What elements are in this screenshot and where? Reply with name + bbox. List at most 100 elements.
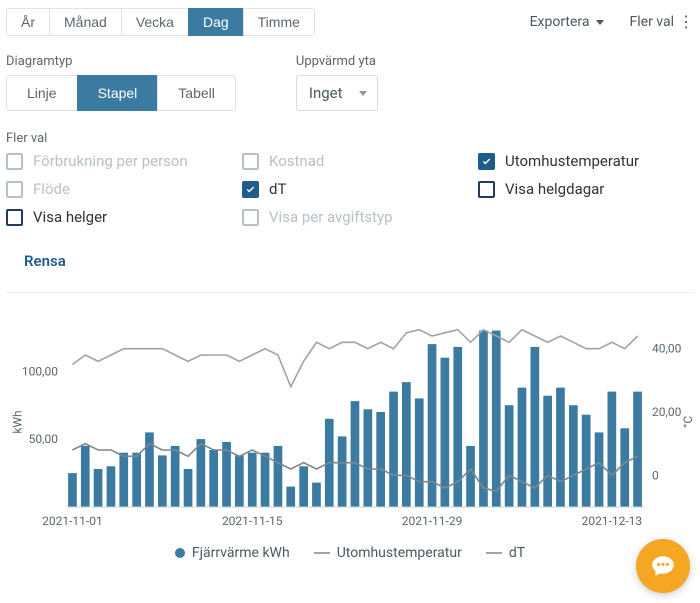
bar [261, 453, 270, 507]
checkbox-label: dT [269, 180, 286, 198]
line-icon [314, 552, 330, 554]
bar [582, 415, 591, 507]
more-options-checks: Förbrukning per person Kostnad Utomhustemp… [6, 152, 694, 226]
bar [402, 382, 411, 507]
svg-text:2021-11-29: 2021-11-29 [402, 514, 463, 528]
checkbox-visa-helger[interactable]: Visa helger [6, 208, 222, 226]
period-tab-dag[interactable]: Dag [188, 8, 244, 36]
bar [492, 331, 501, 507]
bar [286, 487, 295, 507]
line-icon [486, 552, 502, 554]
bar [235, 455, 244, 507]
checkbox-empty-icon [6, 209, 23, 226]
bar [274, 446, 283, 507]
bar [466, 446, 475, 507]
svg-text:0: 0 [652, 468, 659, 482]
bar [68, 473, 77, 507]
svg-text:2021-12-13: 2021-12-13 [582, 514, 643, 528]
export-dropdown[interactable]: Exportera [530, 14, 604, 30]
period-tab-vecka[interactable]: Vecka [121, 8, 189, 36]
checkbox-empty-icon [478, 181, 495, 198]
more-vertical-icon: ⋮ [678, 14, 694, 30]
svg-text:100,00: 100,00 [22, 364, 58, 378]
y-axis-left-label: kWh [11, 410, 25, 433]
bar [441, 358, 450, 507]
svg-text:50,00: 50,00 [29, 432, 59, 446]
bar [94, 469, 103, 507]
clear-button[interactable]: Rensa [24, 252, 66, 270]
checkbox-label: Förbrukning per person [33, 152, 188, 170]
checkbox-utomhustemperatur[interactable]: Utomhustemperatur [478, 152, 694, 170]
bar [312, 483, 321, 507]
chat-icon [650, 553, 676, 579]
svg-text:2021-11-01: 2021-11-01 [42, 514, 103, 528]
chevron-down-icon [359, 91, 367, 96]
bar [364, 409, 373, 507]
bar [518, 388, 527, 507]
bar [81, 446, 90, 507]
checkbox-dt[interactable]: dT [242, 180, 458, 198]
export-label: Exportera [530, 14, 590, 30]
bar [107, 466, 116, 507]
heated-area-select[interactable]: Inget [296, 75, 378, 111]
checkbox-visa-per-avgiftstyp: Visa per avgiftstyp [242, 208, 458, 226]
bar [119, 453, 128, 507]
chat-fab[interactable] [636, 539, 690, 593]
heated-area-label: Uppvärmd yta [296, 54, 378, 69]
checkbox-label: Visa helgdagar [505, 180, 604, 198]
chart-type-label: Diagramtyp [6, 54, 236, 69]
circle-icon [175, 548, 185, 558]
bar [633, 392, 642, 507]
bar [209, 450, 218, 507]
more-options-dropdown[interactable]: Fler val ⋮ [630, 14, 694, 30]
chart-type-tab-linje[interactable]: Linje [6, 75, 78, 111]
checkbox-kostnad: Kostnad [242, 152, 458, 170]
chart-type-tabs: LinjeStapelTabell [6, 75, 236, 111]
checkbox-checked-icon [242, 181, 259, 198]
checkbox-empty-icon [6, 153, 23, 170]
chart-type-tab-tabell[interactable]: Tabell [157, 75, 236, 111]
more-label: Fler val [630, 14, 674, 30]
period-tab-timme[interactable]: Timme [243, 8, 315, 36]
svg-text:40,00: 40,00 [652, 342, 682, 356]
bar [543, 396, 552, 507]
period-tab-månad[interactable]: Månad [49, 8, 122, 36]
bar [248, 453, 257, 507]
bar [351, 401, 360, 507]
bar [132, 453, 141, 507]
legend-item-line1: Utomhustemperatur [314, 545, 462, 561]
heated-area-value: Inget [309, 84, 343, 102]
bar [158, 455, 167, 507]
checkbox-label: Visa helger [33, 208, 107, 226]
chart-type-tab-stapel[interactable]: Stapel [77, 75, 159, 111]
checkbox-label: Kostnad [269, 152, 324, 170]
bar [505, 405, 514, 507]
line-series [72, 330, 637, 387]
period-tab-år[interactable]: År [6, 8, 50, 36]
divider [6, 292, 694, 293]
bar [479, 331, 488, 507]
checkbox-visa-helgdagar[interactable]: Visa helgdagar [478, 180, 694, 198]
checkbox-checked-icon [478, 153, 495, 170]
bar [197, 439, 206, 507]
bar [299, 466, 308, 507]
chart-legend: Fjärrvärme kWh Utomhustemperatur dT [6, 545, 694, 561]
checkbox-label: Flöde [33, 180, 70, 198]
chart-svg: 50,00100,00020,0040,002021-11-012021-11-… [6, 307, 694, 537]
bar [389, 392, 398, 507]
checkbox-label: Utomhustemperatur [505, 152, 639, 170]
legend-item-line2: dT [486, 545, 525, 561]
bar [620, 428, 629, 507]
bar [608, 392, 617, 507]
bar [569, 405, 578, 507]
checkbox-empty-icon [242, 209, 259, 226]
chevron-down-icon [596, 20, 604, 25]
period-tabs: ÅrMånadVeckaDagTimme [6, 8, 315, 36]
bar [531, 347, 540, 507]
bar [415, 398, 424, 507]
bar [338, 436, 347, 507]
bar [556, 388, 565, 507]
bar [595, 432, 604, 507]
chart-container: kWh °C 50,00100,00020,0040,002021-11-012… [6, 307, 694, 537]
bar [171, 446, 180, 507]
